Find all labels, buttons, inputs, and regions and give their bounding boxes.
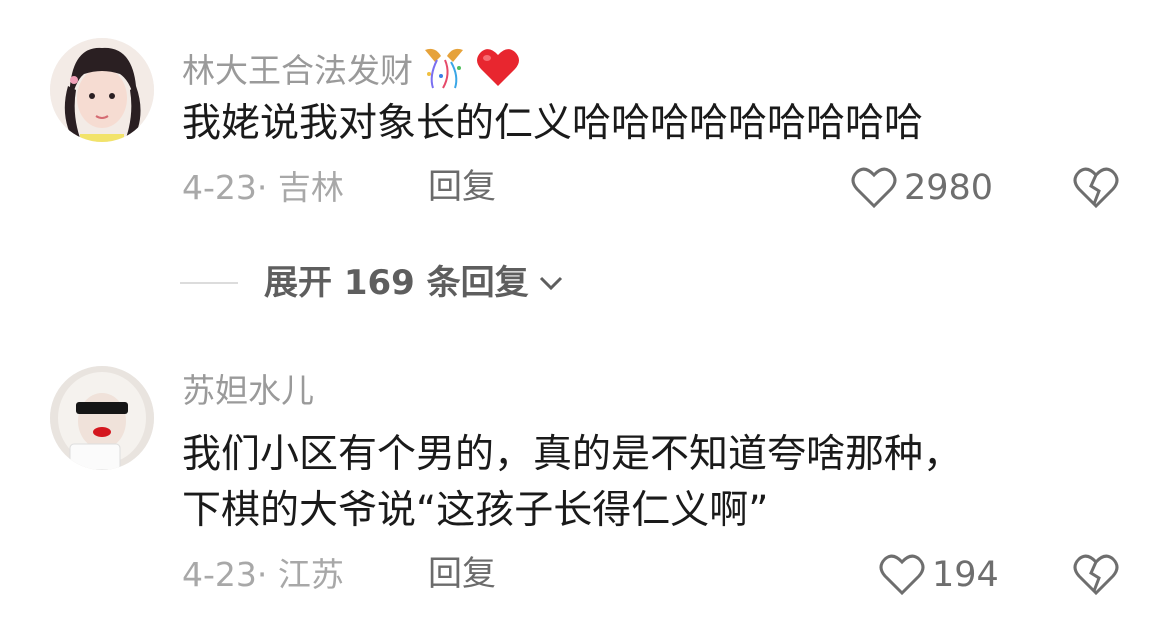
- comment-text-line: 我们小区有个男的，真的是不知道夸啥那种，: [182, 432, 963, 477]
- comment-text: 我们小区有个男的，真的是不知道夸啥那种， 下棋的大爷说“这孩子长得仁义啊”: [182, 427, 962, 539]
- date-location: 4-23· 吉林: [182, 168, 344, 207]
- like-count: 194: [932, 554, 999, 595]
- comment-text-line: 下棋的大爷说“这孩子长得仁义啊”: [182, 488, 769, 533]
- username-text: 林大王合法发财: [182, 51, 413, 90]
- comment-text: 我姥说我对象长的仁义哈哈哈哈哈哈哈哈哈: [182, 96, 923, 152]
- date-location: 4-23· 江苏: [182, 555, 344, 594]
- username[interactable]: 苏妲水儿: [182, 374, 314, 407]
- like-button[interactable]: 194: [878, 553, 999, 597]
- avatar-image: [50, 38, 154, 142]
- expand-replies-label: 展开 169 条回复: [264, 263, 529, 303]
- comment-text-line: 我姥说我对象长的仁义哈哈哈哈哈哈哈哈哈: [182, 101, 924, 146]
- dislike-button[interactable]: [1072, 553, 1120, 601]
- heart-outline-icon: [851, 167, 897, 209]
- avatar[interactable]: [50, 38, 154, 142]
- heart-outline-icon: [879, 554, 925, 596]
- broken-heart-icon: [1073, 554, 1119, 596]
- red-heart-icon: [475, 46, 521, 95]
- party-popper-icon: [419, 46, 469, 95]
- broken-heart-icon: [1073, 167, 1119, 209]
- like-button[interactable]: 2980: [850, 166, 993, 210]
- expand-replies-button[interactable]: 展开 169 条回复: [180, 266, 565, 300]
- avatar-image: [50, 366, 154, 470]
- divider-line: [180, 282, 238, 284]
- username[interactable]: 林大王合法发财: [182, 46, 521, 95]
- reply-button[interactable]: 回复: [428, 557, 496, 591]
- avatar[interactable]: [50, 366, 154, 470]
- username-text: 苏妲水儿: [182, 371, 314, 410]
- like-count: 2980: [904, 167, 994, 208]
- dislike-button[interactable]: [1072, 166, 1120, 214]
- reply-button[interactable]: 回复: [428, 170, 496, 204]
- chevron-down-icon: [539, 276, 562, 291]
